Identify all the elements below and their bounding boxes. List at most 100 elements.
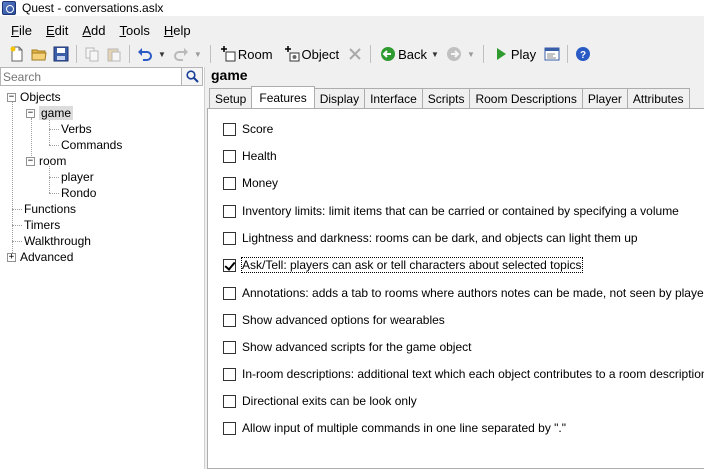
- tab-setup[interactable]: Setup: [209, 88, 253, 108]
- tree-node-objects[interactable]: − Objects: [7, 89, 61, 105]
- tab-features[interactable]: Features: [251, 86, 315, 108]
- feature-score[interactable]: Score: [223, 121, 273, 137]
- collapse-toggle-icon[interactable]: −: [7, 92, 16, 102]
- undo-icon[interactable]: [137, 46, 153, 62]
- paste-icon[interactable]: [106, 46, 122, 62]
- feature-checkbox[interactable]: [223, 367, 236, 381]
- feature-ask-tell[interactable]: Ask/Tell: players can ask or tell charac…: [223, 257, 583, 273]
- feature-checkbox-checked[interactable]: [223, 258, 236, 272]
- tree-connector: [12, 241, 22, 242]
- save-icon[interactable]: [53, 46, 69, 62]
- redo-dropdown-icon[interactable]: ▼: [194, 50, 202, 59]
- feature-health[interactable]: Health: [223, 148, 277, 164]
- feature-checkbox[interactable]: [223, 340, 236, 354]
- toolbar: ▼ ▼ Room Object Back ▼ ▼ Play ?: [0, 42, 704, 66]
- feature-annotations[interactable]: Annotations: adds a tab to rooms where a…: [223, 285, 704, 301]
- tree-node-room[interactable]: − room: [26, 153, 66, 169]
- feature-checkbox[interactable]: [223, 394, 236, 408]
- tree-node-functions[interactable]: Functions: [24, 201, 76, 217]
- feature-checkbox[interactable]: [223, 176, 236, 190]
- tree-label: Verbs: [61, 122, 92, 136]
- feature-checkbox[interactable]: [223, 286, 236, 300]
- feature-label: Allow input of multiple commands in one …: [242, 421, 567, 435]
- expand-toggle-icon[interactable]: +: [7, 252, 16, 262]
- tree-node-rondo[interactable]: Rondo: [61, 185, 96, 201]
- features-panel: Score Health Money Inventory limits: lim…: [207, 108, 704, 469]
- tree-node-walkthrough[interactable]: Walkthrough: [24, 233, 91, 249]
- add-room-button[interactable]: Room: [215, 46, 275, 62]
- tree-node-game[interactable]: − game: [26, 105, 74, 121]
- feature-checkbox[interactable]: [223, 122, 236, 136]
- feature-label: Ask/Tell: players can ask or tell charac…: [241, 257, 583, 273]
- tree-node-advanced[interactable]: + Advanced: [7, 249, 73, 265]
- undo-dropdown-icon[interactable]: ▼: [158, 50, 166, 59]
- forward-arrow-icon[interactable]: [446, 46, 462, 62]
- feature-in-room-descriptions[interactable]: In-room descriptions: additional text wh…: [223, 366, 704, 382]
- toolbar-separator: [76, 45, 77, 63]
- feature-checkbox[interactable]: [223, 231, 236, 245]
- feature-label: Score: [242, 122, 274, 136]
- tree-label: Walkthrough: [24, 234, 91, 248]
- add-object-label: Object: [301, 46, 340, 62]
- back-dropdown-icon[interactable]: ▼: [431, 50, 439, 59]
- feature-multiple-commands[interactable]: Allow input of multiple commands in one …: [223, 420, 566, 436]
- search-input[interactable]: [0, 67, 182, 86]
- code-view-icon[interactable]: [544, 46, 560, 62]
- feature-label: Annotations: adds a tab to rooms where a…: [242, 286, 704, 300]
- forward-dropdown-icon[interactable]: ▼: [467, 50, 475, 59]
- menu-file[interactable]: File: [4, 23, 39, 38]
- tab-interface[interactable]: Interface: [364, 88, 423, 108]
- menu-help-accel: H: [163, 22, 174, 38]
- tree-node-player[interactable]: player: [61, 169, 94, 185]
- tab-scripts[interactable]: Scripts: [421, 88, 471, 108]
- add-object-button[interactable]: Object: [279, 46, 342, 62]
- search-icon: [185, 70, 199, 83]
- feature-directional-exits[interactable]: Directional exits can be look only: [223, 393, 417, 409]
- toolbar-separator: [129, 45, 130, 63]
- delete-icon[interactable]: [347, 46, 363, 62]
- menu-file-label: ile: [18, 22, 32, 38]
- window-title: Quest - conversations.aslx: [22, 1, 164, 15]
- feature-advanced-scripts[interactable]: Show advanced scripts for the game objec…: [223, 339, 471, 355]
- new-file-icon[interactable]: [9, 46, 25, 62]
- collapse-toggle-icon[interactable]: −: [26, 156, 35, 166]
- feature-inventory-limits[interactable]: Inventory limits: limit items that can b…: [223, 203, 679, 219]
- help-icon[interactable]: ?: [575, 46, 591, 62]
- feature-checkbox[interactable]: [223, 313, 236, 327]
- toolbar-separator: [567, 45, 569, 63]
- tree-connector: [49, 166, 50, 193]
- menu-add[interactable]: Add: [75, 23, 112, 38]
- search-button[interactable]: [182, 67, 203, 86]
- redo-icon[interactable]: [173, 46, 189, 62]
- feature-label: Show advanced scripts for the game objec…: [242, 340, 472, 354]
- toolbar-separator: [209, 45, 211, 63]
- feature-checkbox[interactable]: [223, 204, 236, 218]
- feature-lightness-darkness[interactable]: Lightness and darkness: rooms can be dar…: [223, 230, 638, 246]
- menu-help[interactable]: Help: [157, 23, 198, 38]
- tab-attributes[interactable]: Attributes: [626, 88, 690, 108]
- play-button[interactable]: Play: [488, 46, 538, 62]
- tree-node-verbs[interactable]: Verbs: [61, 121, 92, 137]
- tree-connector: [12, 225, 22, 226]
- feature-advanced-wearables[interactable]: Show advanced options for wearables: [223, 312, 445, 328]
- open-folder-icon[interactable]: [31, 46, 47, 62]
- menu-edit[interactable]: Edit: [39, 23, 75, 38]
- feature-money[interactable]: Money: [223, 175, 278, 191]
- tree-node-commands[interactable]: Commands: [61, 137, 122, 153]
- menu-tools-label: ools: [126, 22, 150, 38]
- feature-label: In-room descriptions: additional text wh…: [242, 367, 704, 381]
- tab-player[interactable]: Player: [581, 88, 628, 108]
- menu-tools[interactable]: Tools: [113, 23, 157, 38]
- feature-checkbox[interactable]: [223, 421, 236, 435]
- tab-display[interactable]: Display: [313, 88, 366, 108]
- feature-label: Lightness and darkness: rooms can be dar…: [242, 231, 638, 245]
- tree-node-timers[interactable]: Timers: [24, 217, 60, 233]
- tree-label: Commands: [61, 138, 123, 152]
- back-button[interactable]: Back: [375, 46, 429, 62]
- copy-icon[interactable]: [84, 46, 100, 62]
- feature-checkbox[interactable]: [223, 149, 236, 163]
- collapse-toggle-icon[interactable]: −: [26, 108, 35, 118]
- tree-connector: [49, 129, 59, 130]
- tree-label: room: [39, 154, 67, 168]
- tab-room-descriptions[interactable]: Room Descriptions: [469, 88, 583, 108]
